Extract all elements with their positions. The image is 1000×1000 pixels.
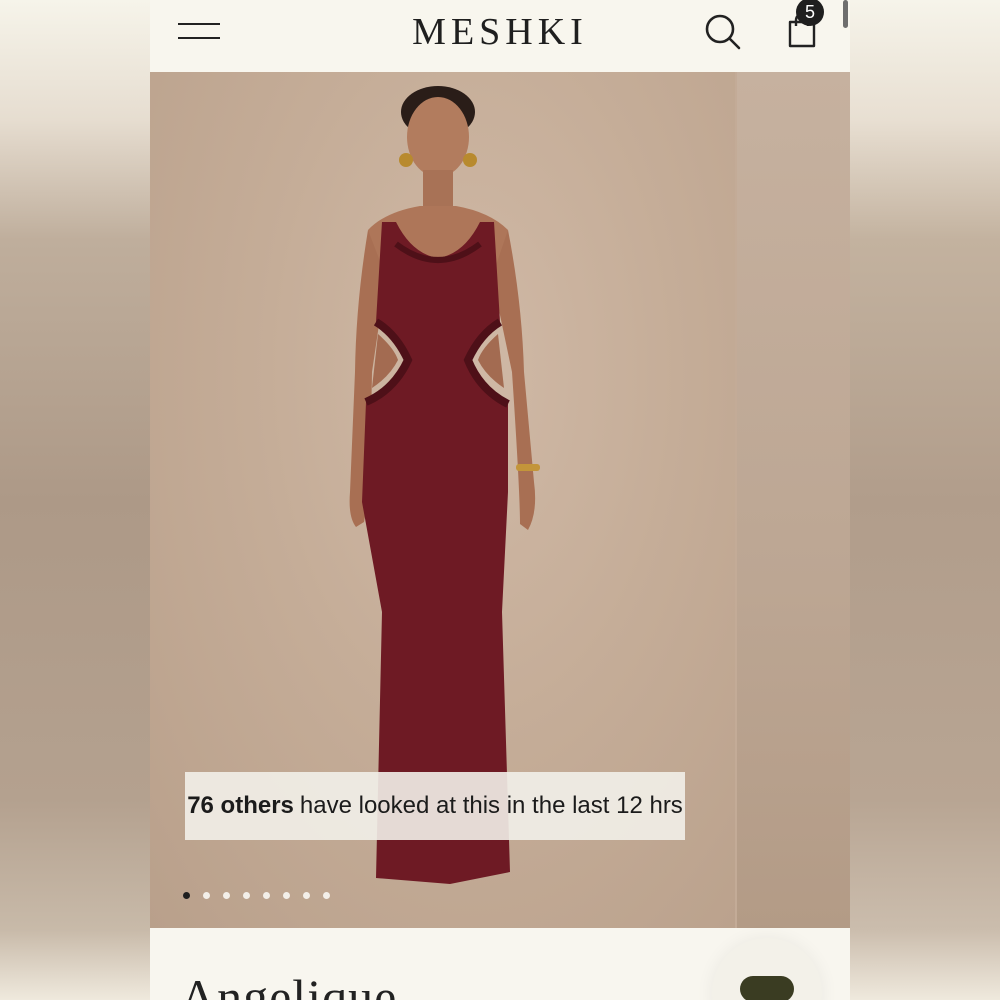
- carousel-dot[interactable]: [243, 892, 250, 899]
- product-title: Angelique: [180, 969, 398, 1000]
- floating-action-button[interactable]: [712, 938, 822, 1000]
- social-proof-text: have looked at this in the last 12 hrs: [299, 792, 683, 819]
- carousel-dot[interactable]: [303, 892, 310, 899]
- viewer-count: 76 others: [187, 792, 294, 819]
- chat-pill-icon: [740, 976, 794, 1000]
- scrollbar-thumb[interactable]: [843, 0, 848, 28]
- next-product-image-preview[interactable]: [737, 72, 850, 928]
- carousel-dot[interactable]: [183, 892, 190, 899]
- social-proof-banner: 76 others have looked at this in the las…: [185, 772, 685, 840]
- carousel-dot[interactable]: [203, 892, 210, 899]
- product-image-gallery[interactable]: 76 others have looked at this in the las…: [150, 72, 850, 928]
- blurred-backdrop-right: [850, 0, 1000, 1000]
- mobile-page: MESHKI 5 76 others have looked at this i…: [150, 0, 850, 1000]
- carousel-dot[interactable]: [283, 892, 290, 899]
- carousel-dot[interactable]: [263, 892, 270, 899]
- brand-logo[interactable]: MESHKI: [150, 10, 850, 54]
- carousel-pagination: [183, 892, 330, 899]
- product-info-section: Angelique: [150, 928, 850, 1000]
- blurred-backdrop-left: [0, 0, 150, 1000]
- search-icon[interactable]: [702, 12, 744, 52]
- site-header: MESHKI 5: [150, 0, 850, 72]
- carousel-dot[interactable]: [223, 892, 230, 899]
- carousel-dot[interactable]: [323, 892, 330, 899]
